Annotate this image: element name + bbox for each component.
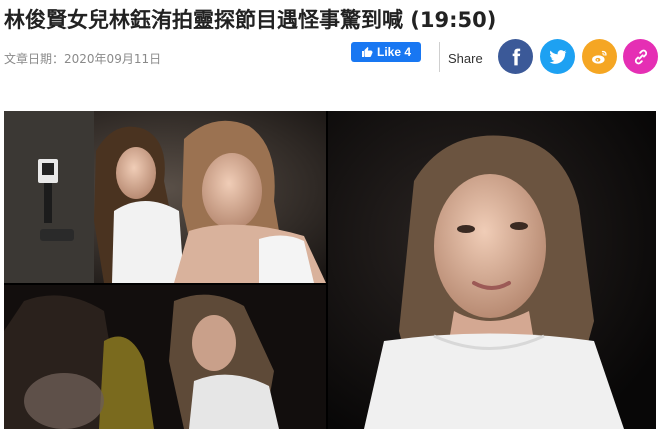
facebook-like-button[interactable]: Like 4 xyxy=(351,42,421,62)
facebook-icon xyxy=(512,48,520,65)
date-value: 2020年09月11日 xyxy=(64,52,162,66)
weibo-icon xyxy=(591,50,607,64)
date-label: 文章日期： xyxy=(4,52,65,66)
article-title: 林俊賢女兒林鈺洧拍靈探節目遇怪事驚到喊 (19:50) xyxy=(4,8,497,32)
weibo-share-button[interactable] xyxy=(582,39,617,74)
article-photo xyxy=(4,111,656,429)
link-icon xyxy=(634,49,647,64)
photo-collage xyxy=(4,111,656,429)
share-divider xyxy=(439,42,440,72)
copy-link-button[interactable] xyxy=(623,39,658,74)
twitter-icon xyxy=(549,49,566,64)
thumbs-up-icon xyxy=(361,47,373,57)
like-count-label: Like 4 xyxy=(376,45,412,59)
facebook-share-button[interactable] xyxy=(498,39,533,74)
share-label: Share xyxy=(448,51,483,66)
article-date: 文章日期：2020年09月11日 xyxy=(4,50,161,67)
twitter-share-button[interactable] xyxy=(540,39,575,74)
